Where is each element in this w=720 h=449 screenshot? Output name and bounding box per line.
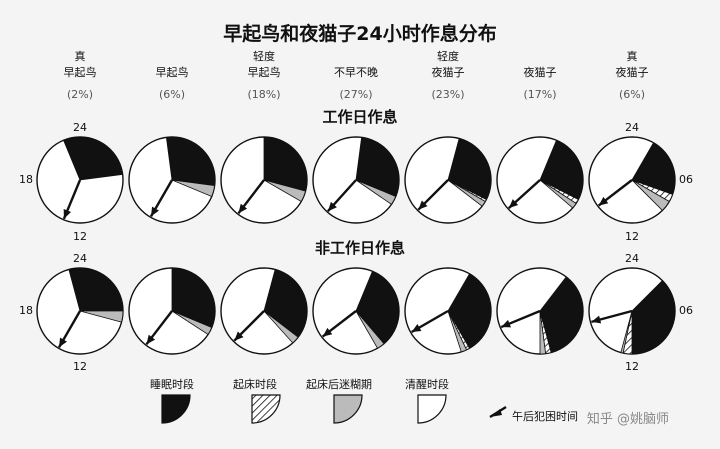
legend-label: 清醒时段 xyxy=(405,377,449,391)
legend-item-awake: 清醒时段 xyxy=(405,377,449,424)
legend-swatch-awake xyxy=(417,394,447,424)
row-label-weekend: 非工作日作息 xyxy=(315,239,405,257)
legend-label: 起床时段 xyxy=(233,377,277,391)
category-line2: 早起鸟 xyxy=(156,65,189,79)
legend-swatch-sleep xyxy=(161,394,191,424)
hour-label-bottom: 12 xyxy=(73,230,87,243)
hour-label-bottom: 12 xyxy=(625,230,639,243)
hour-label-top: 24 xyxy=(73,121,87,134)
legend-swatch-inertia xyxy=(333,394,363,424)
clock xyxy=(36,267,124,355)
sleep-sector xyxy=(165,136,216,187)
clock xyxy=(312,267,400,355)
category-header: 夜猫子 (17%) xyxy=(523,65,556,101)
clock xyxy=(220,136,308,224)
category-line2: 夜猫子 xyxy=(432,65,465,79)
legend-swatch-wake xyxy=(251,394,281,424)
category-percent: (27%) xyxy=(339,88,372,101)
hour-label-top: 24 xyxy=(625,121,639,134)
category-header: 真 夜猫子 (6%) xyxy=(616,49,649,101)
category-percent: (17%) xyxy=(523,88,556,101)
category-header: 轻度 早起鸟 (18%) xyxy=(247,49,280,101)
clock xyxy=(588,136,676,224)
category-line2: 夜猫子 xyxy=(524,65,557,79)
clock xyxy=(128,267,216,355)
legend-label: 起床后迷糊期 xyxy=(306,377,372,391)
hour-label-bottom: 12 xyxy=(625,360,639,373)
clock xyxy=(588,267,676,355)
clock xyxy=(496,136,584,224)
category-line2: 夜猫子 xyxy=(616,65,649,79)
arrow-icon xyxy=(490,409,502,417)
clock xyxy=(312,136,400,224)
hour-label-bottom: 12 xyxy=(73,360,87,373)
hour-label-top: 24 xyxy=(625,252,639,265)
hour-label-left: 18 xyxy=(19,304,33,317)
category-header: 真 早起鸟 (2%) xyxy=(64,49,97,101)
legend-label: 午后犯困时间 xyxy=(512,410,578,423)
legend-item-dip: 午后犯困时间 xyxy=(489,405,578,423)
clock xyxy=(496,267,584,355)
category-percent: (2%) xyxy=(67,88,93,101)
category-percent: (18%) xyxy=(247,88,280,101)
category-header: 不早不晚 (27%) xyxy=(334,66,378,101)
legend-item-wake: 起床时段 xyxy=(233,377,281,424)
diagram-canvas: 早起鸟和夜猫子24小时作息分布 真 早起鸟 (2%) 早起鸟 (6%) 轻度 早… xyxy=(19,22,693,427)
hour-label-right: 06 xyxy=(679,173,693,186)
hour-label-right: 06 xyxy=(679,304,693,317)
legend-item-inertia: 起床后迷糊期 xyxy=(306,377,372,424)
category-line2: 早起鸟 xyxy=(64,65,97,79)
category-percent: (6%) xyxy=(619,88,645,101)
legend-label: 睡眠时段 xyxy=(150,377,194,391)
clock xyxy=(404,136,492,224)
clock xyxy=(36,136,124,224)
category-line1: 真 xyxy=(75,49,86,63)
watermark: 知乎 @姚脑师 xyxy=(587,411,669,427)
category-header: 轻度 夜猫子 (23%) xyxy=(431,49,464,101)
legend-item-sleep: 睡眠时段 xyxy=(150,377,194,424)
legend: 睡眠时段 起床时段 起床后迷糊期 清醒时段 午后犯困时间 xyxy=(150,377,578,424)
hour-label-top: 24 xyxy=(73,252,87,265)
category-percent: (23%) xyxy=(431,88,464,101)
category-line2: 早起鸟 xyxy=(248,65,281,79)
clock xyxy=(220,267,308,355)
row-label-workday: 工作日作息 xyxy=(322,108,397,126)
clock xyxy=(128,136,216,224)
category-line1: 轻度 xyxy=(437,49,459,63)
category-percent: (6%) xyxy=(159,88,185,101)
category-line1: 轻度 xyxy=(253,49,275,63)
category-header: 早起鸟 (6%) xyxy=(156,65,189,101)
category-headers: 真 早起鸟 (2%) 早起鸟 (6%) 轻度 早起鸟 (18%) 不早不晚 (2… xyxy=(64,49,649,101)
clock xyxy=(404,267,492,355)
page-title: 早起鸟和夜猫子24小时作息分布 xyxy=(223,22,496,45)
category-line2: 不早不晚 xyxy=(334,66,378,79)
hour-label-left: 18 xyxy=(19,173,33,186)
category-line1: 真 xyxy=(627,49,638,63)
